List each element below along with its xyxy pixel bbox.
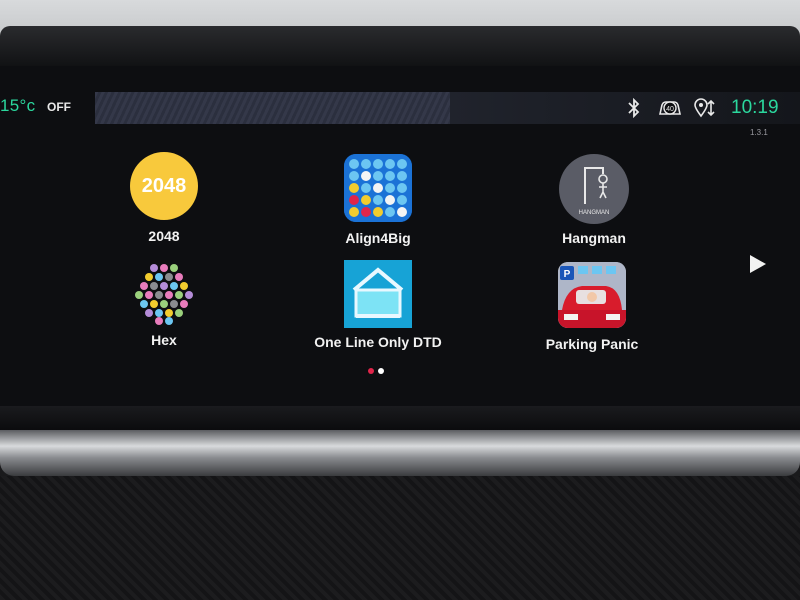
2048-icon-text: 2048 xyxy=(141,174,187,197)
app-2048[interactable]: 2048 2048 xyxy=(84,152,244,244)
next-page-arrow-icon[interactable] xyxy=(750,255,766,273)
dashboard-surface xyxy=(0,476,800,600)
app-label: Parking Panic xyxy=(545,336,639,352)
climate-off-button[interactable]: OFF xyxy=(47,100,71,114)
parking-panic-icon: P xyxy=(558,262,626,328)
page-dot-active[interactable] xyxy=(368,368,374,374)
navigation-icon[interactable] xyxy=(693,97,719,124)
temperature-readout[interactable]: 15°c xyxy=(0,96,35,116)
2048-icon: 2048 xyxy=(130,152,198,220)
status-bar-stripe xyxy=(95,92,465,124)
app-hangman[interactable]: HANGMAN Hangman xyxy=(514,154,674,246)
hex-icon xyxy=(129,260,199,326)
app-label: Hex xyxy=(151,332,177,348)
app-hex[interactable]: Hex xyxy=(84,260,244,348)
app-label: 2048 xyxy=(148,228,180,244)
app-parking-panic[interactable]: P Parking Panic xyxy=(512,262,672,352)
app-label: One Line Only DTD xyxy=(314,334,442,350)
page-dot[interactable] xyxy=(378,368,384,374)
one-line-icon xyxy=(344,260,412,328)
version-label: 1.3.1 xyxy=(750,128,768,137)
screen-bezel-bottom xyxy=(0,406,800,432)
hangman-icon-text: HANGMAN xyxy=(579,210,610,216)
app-align4big[interactable]: Align4Big xyxy=(298,154,458,246)
app-one-line-only-dtd[interactable]: One Line Only DTD xyxy=(298,260,458,350)
speed-limit-value: 40 xyxy=(666,106,674,113)
align4big-icon xyxy=(344,154,412,222)
bluetooth-icon[interactable] xyxy=(626,97,642,123)
app-label: Hangman xyxy=(562,230,626,246)
svg-text:P: P xyxy=(564,269,571,280)
app-label: Align4Big xyxy=(345,230,411,246)
hangman-icon: HANGMAN xyxy=(559,154,629,224)
speed-limit-icon[interactable]: 40 xyxy=(657,98,683,123)
page-indicator xyxy=(366,361,386,379)
clock: 10:19 xyxy=(731,97,779,118)
chrome-trim xyxy=(0,430,800,476)
screen-bezel-top xyxy=(0,26,800,66)
